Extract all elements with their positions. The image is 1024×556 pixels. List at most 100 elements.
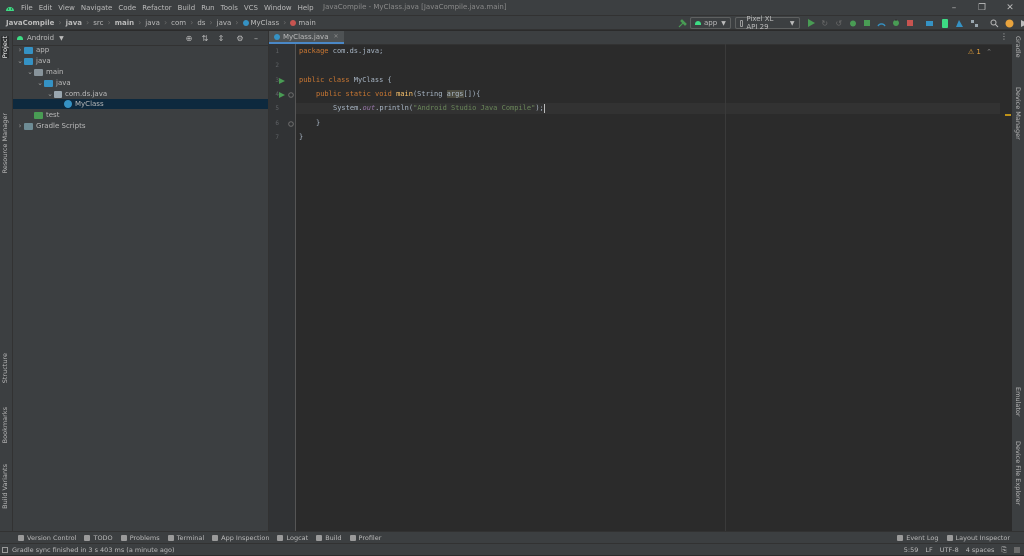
tool-event-log[interactable]: Event Log	[897, 534, 939, 542]
stop-icon[interactable]	[906, 18, 914, 28]
locate-icon[interactable]: ⊕	[184, 33, 194, 43]
menu-window[interactable]: Window	[264, 4, 292, 12]
hammer-icon[interactable]	[678, 18, 687, 28]
tree-item-java-module[interactable]: ⌄ java	[13, 56, 268, 66]
warning-stripe-marker[interactable]	[1005, 114, 1011, 116]
tree-item-myclass[interactable]: MyClass	[13, 99, 268, 109]
chevron-down-icon[interactable]: ⌄	[16, 57, 24, 65]
menu-view[interactable]: View	[58, 4, 75, 12]
menu-run[interactable]: Run	[201, 4, 214, 12]
coverage-icon[interactable]	[863, 18, 871, 28]
chevron-down-icon[interactable]: ⌄	[46, 90, 54, 98]
close-icon[interactable]: ✕	[996, 0, 1024, 15]
breadcrumb-main[interactable]: main	[115, 19, 134, 27]
hide-panel-icon[interactable]: –	[251, 33, 261, 43]
fold-icon[interactable]	[288, 92, 294, 98]
chevron-right-icon[interactable]: ›	[16, 46, 24, 54]
tree-item-gradle-scripts[interactable]: › Gradle Scripts	[13, 121, 268, 131]
project-view-select[interactable]: Android ▼	[17, 34, 64, 42]
run-icon[interactable]	[807, 18, 815, 28]
menu-vcs[interactable]: VCS	[244, 4, 258, 12]
tab-emulator[interactable]: Emulator	[1014, 387, 1022, 417]
tab-gradle[interactable]: Gradle	[1014, 36, 1022, 58]
sync-gradle-icon[interactable]	[925, 18, 934, 28]
breadcrumb-com[interactable]: com	[171, 19, 186, 27]
tool-app-inspection[interactable]: App Inspection	[212, 534, 269, 542]
breadcrumb-module[interactable]: java	[66, 19, 82, 27]
run-method-icon[interactable]	[279, 92, 285, 98]
tab-device-manager[interactable]: Device Manager	[1014, 87, 1022, 140]
breadcrumb-method[interactable]: main	[298, 19, 316, 27]
menu-file[interactable]: File	[21, 4, 33, 12]
file-encoding[interactable]: UTF-8	[940, 546, 959, 554]
menu-refactor[interactable]: Refactor	[142, 4, 171, 12]
sdk-manager-icon[interactable]	[955, 18, 964, 28]
read-only-lock-icon[interactable]: ⎘	[1001, 546, 1007, 555]
restore-icon[interactable]: ❐	[968, 0, 996, 15]
rerun-icon[interactable]: ↻	[821, 18, 829, 28]
breadcrumb-project[interactable]: JavaCompile	[6, 19, 54, 27]
breadcrumb-java-pkg[interactable]: java	[217, 19, 232, 27]
tool-problems[interactable]: Problems	[120, 534, 160, 542]
project-structure-icon[interactable]	[970, 18, 979, 28]
breadcrumb-ds[interactable]: ds	[197, 19, 205, 27]
tree-item-package[interactable]: ⌄ com.ds.java	[13, 89, 268, 99]
more-tabs-icon[interactable]: ⋮	[1000, 32, 1008, 41]
caret-position[interactable]: 5:59	[904, 546, 919, 554]
editor-scrollbar[interactable]	[1004, 44, 1012, 531]
code-area[interactable]: package com.ds.java; public class MyClas…	[296, 44, 1012, 531]
breadcrumb-class[interactable]: MyClass	[251, 19, 280, 27]
apply-changes-icon[interactable]: ↺	[835, 18, 843, 28]
status-message[interactable]: Gradle sync finished in 3 s 403 ms (a mi…	[12, 546, 175, 554]
menu-help[interactable]: Help	[298, 4, 314, 12]
menu-build[interactable]: Build	[178, 4, 196, 12]
tool-profiler[interactable]: Profiler	[349, 534, 381, 542]
tool-layout-inspector[interactable]: Layout Inspector	[946, 534, 1010, 542]
close-tab-icon[interactable]: ✕	[334, 33, 339, 40]
chevron-down-icon[interactable]: ⌄	[36, 79, 44, 87]
fold-icon[interactable]	[288, 121, 294, 127]
chevron-down-icon[interactable]: ⌄	[26, 68, 34, 76]
breadcrumb-src[interactable]: src	[93, 19, 103, 27]
tab-build-variants[interactable]: Build Variants	[1, 464, 9, 509]
tree-item-main[interactable]: ⌄ main	[13, 67, 268, 77]
tab-resource-manager[interactable]: Resource Manager	[1, 113, 9, 173]
line-separator[interactable]: LF	[925, 546, 932, 554]
tool-version-control[interactable]: Version Control	[18, 534, 76, 542]
menu-code[interactable]: Code	[118, 4, 136, 12]
collapse-all-icon[interactable]: ⇅	[200, 33, 210, 43]
tab-bookmarks[interactable]: Bookmarks	[1, 407, 9, 443]
tree-item-java-src[interactable]: ⌄ java	[13, 78, 268, 88]
ide-logo-icon[interactable]	[1020, 18, 1024, 28]
profile-icon[interactable]	[877, 18, 886, 28]
inspection-widget[interactable]: ⚠ 1 ⌃	[968, 48, 992, 56]
menu-tools[interactable]: Tools	[221, 4, 238, 12]
tool-logcat[interactable]: Logcat	[277, 534, 308, 542]
tree-item-app[interactable]: › app	[13, 45, 268, 55]
breadcrumb-java[interactable]: java	[145, 19, 160, 27]
debug-icon[interactable]	[849, 18, 857, 28]
gear-icon[interactable]: ⚙	[235, 33, 245, 43]
run-class-icon[interactable]	[279, 78, 285, 84]
chevron-right-icon[interactable]: ›	[16, 122, 24, 130]
tool-terminal[interactable]: Terminal	[167, 534, 204, 542]
menu-navigate[interactable]: Navigate	[81, 4, 112, 12]
tab-structure[interactable]: Structure	[1, 353, 9, 383]
tree-item-test[interactable]: test	[13, 110, 268, 120]
tool-todo[interactable]: TODO	[84, 534, 113, 542]
memory-indicator-icon[interactable]	[1014, 547, 1020, 553]
expand-all-icon[interactable]: ⇕	[216, 33, 226, 43]
run-config-select[interactable]: app ▼	[690, 17, 731, 29]
tab-device-file-explorer[interactable]: Device File Explorer	[1014, 441, 1022, 505]
indent-setting[interactable]: 4 spaces	[966, 546, 995, 554]
menu-edit[interactable]: Edit	[39, 4, 53, 12]
device-select[interactable]: Pixel XL API 29 ▼	[734, 15, 800, 31]
search-icon[interactable]	[990, 18, 999, 28]
minimize-icon[interactable]: –	[940, 0, 968, 15]
attach-debugger-icon[interactable]	[892, 18, 900, 28]
update-notification-icon[interactable]	[1005, 18, 1014, 28]
tool-build[interactable]: Build	[316, 534, 342, 542]
status-panel-toggle-icon[interactable]	[2, 546, 8, 553]
avd-manager-icon[interactable]	[940, 18, 948, 28]
editor-tab-myclass[interactable]: MyClass.java ✕	[269, 31, 344, 44]
